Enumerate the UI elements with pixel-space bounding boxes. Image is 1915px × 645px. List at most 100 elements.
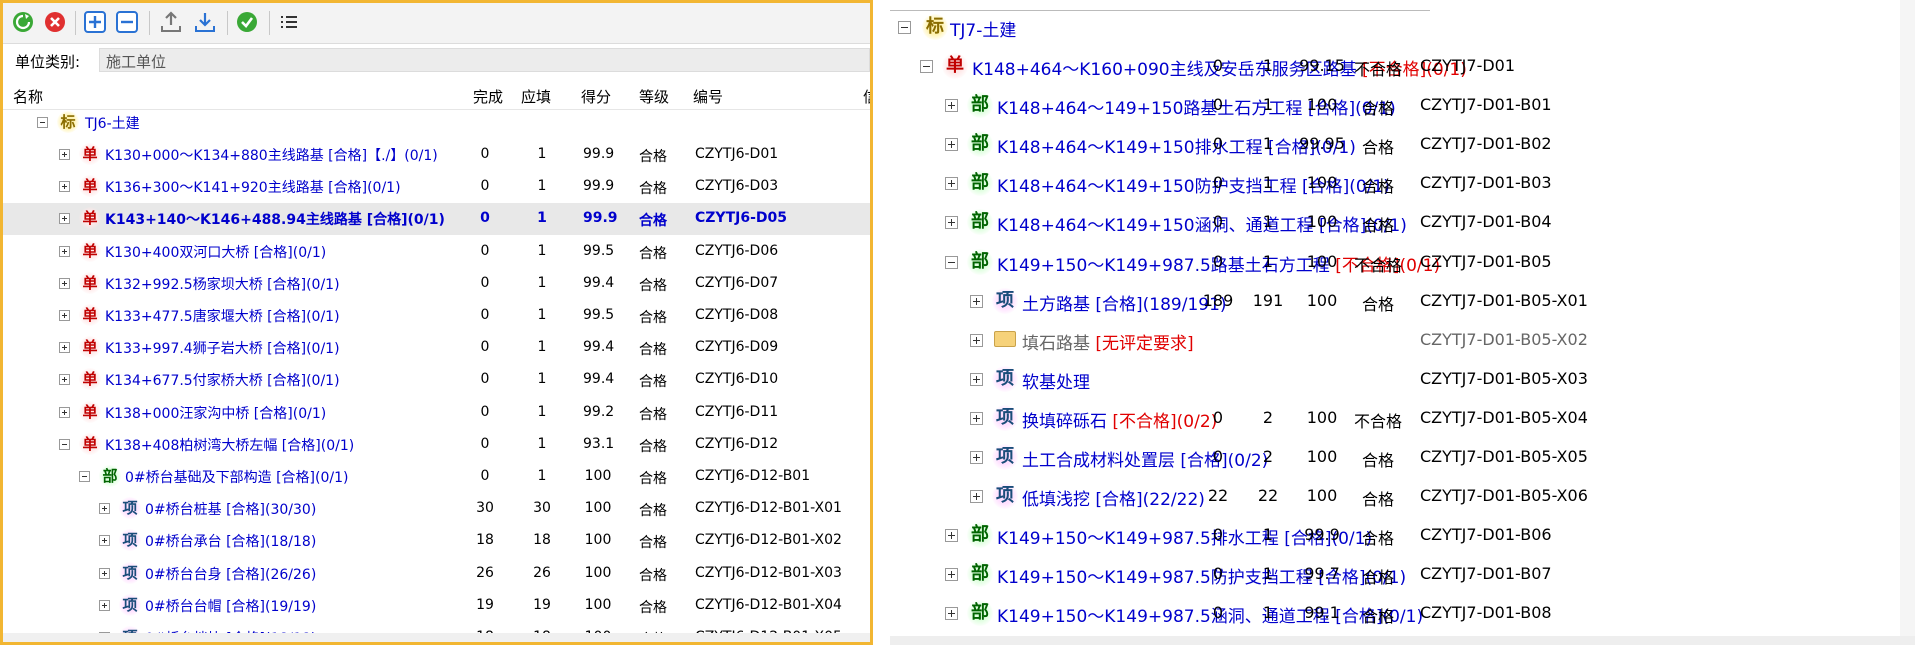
expand-toggle-icon[interactable] bbox=[99, 503, 110, 515]
table-row[interactable]: 部 K149+150～K149+987.5排水工程 [合格](0/1) 0 1 99.9… bbox=[890, 515, 1915, 554]
tree-root-row[interactable]: 标 TJ7-土建 bbox=[890, 7, 1915, 46]
tree-root-row[interactable]: 标 TJ6-土建 bbox=[3, 107, 870, 139]
collapse-all-icon[interactable] bbox=[115, 10, 139, 34]
download-icon[interactable] bbox=[193, 10, 217, 34]
row-code: CZYTJ6-D03 bbox=[695, 178, 779, 195]
collapse-toggle-icon[interactable] bbox=[920, 60, 933, 73]
expand-toggle-icon[interactable] bbox=[945, 607, 958, 621]
check-icon[interactable] bbox=[235, 10, 259, 34]
row-status: [无评定要求] bbox=[1095, 333, 1194, 354]
table-row[interactable]: 单 K138+408柏树湾大桥左幅 [合格](0/1) 0 1 93.1 合格 CZYTJ6… bbox=[3, 429, 870, 461]
table-row[interactable]: 单 K134+677.5付家桥大桥 [合格](0/1) 0 1 99.4 合格 CZYTJ6… bbox=[3, 364, 870, 396]
expand-toggle-icon[interactable] bbox=[945, 568, 958, 582]
expand-toggle-icon[interactable] bbox=[59, 277, 70, 289]
table-row[interactable]: 部 K149+150～K149+987.5路基土石方工程 [不合格](0/1) 0 1… bbox=[890, 242, 1915, 281]
expand-toggle-icon[interactable] bbox=[99, 599, 110, 611]
expand-toggle-icon[interactable] bbox=[945, 138, 958, 152]
table-row[interactable]: 项 0#桥台台身 [合格](26/26) 26 26 100 合格 CZYTJ6-D12-B… bbox=[3, 558, 870, 590]
table-row[interactable]: 项 0#桥台桩基 [合格](30/30) 30 30 100 合格 CZYTJ6-D12-B… bbox=[3, 493, 870, 525]
table-row[interactable]: 单 K133+477.5唐家堰大桥 [合格](0/1) 0 1 99.5 合格 CZYTJ6… bbox=[3, 300, 870, 332]
expand-toggle-icon[interactable] bbox=[59, 342, 70, 354]
row-code: CZYTJ7-D01-B05-X03 bbox=[1420, 368, 1588, 388]
expand-toggle-icon[interactable] bbox=[945, 177, 958, 191]
vertical-scrollbar[interactable] bbox=[1900, 0, 1915, 645]
expand-toggle-icon[interactable] bbox=[970, 411, 983, 425]
expand-toggle-icon[interactable] bbox=[59, 213, 70, 225]
table-row[interactable]: 项 0#桥台承台 [合格](18/18) 18 18 100 合格 CZYTJ6-D12-B… bbox=[3, 525, 870, 557]
expand-toggle-icon[interactable] bbox=[970, 333, 983, 347]
table-row[interactable]: 项换填碎砾石 [不合格](0/2) 0 2 100 不合格 CZYTJ7-D01-B05-… bbox=[890, 398, 1915, 437]
expand-toggle-icon[interactable] bbox=[59, 406, 70, 418]
table-row[interactable]: 项低填浅挖 [合格](22/22) 22 22 100 合格 CZYTJ7-D01-B05… bbox=[890, 476, 1915, 515]
expand-toggle-icon[interactable] bbox=[970, 294, 983, 308]
upload-icon[interactable] bbox=[159, 10, 183, 34]
list-icon[interactable] bbox=[277, 10, 301, 34]
expand-toggle-icon[interactable] bbox=[59, 438, 70, 450]
row-code: CZYTJ7-D01-B03 bbox=[1420, 173, 1552, 193]
table-row[interactable]: 单 K136+300～K141+920主线路基 [合格](0/1) 0 1 99.9 合格… bbox=[3, 171, 870, 203]
expand-toggle-icon[interactable] bbox=[59, 181, 70, 193]
expand-toggle-icon[interactable] bbox=[970, 490, 983, 504]
header-name[interactable]: 名称 bbox=[13, 86, 43, 107]
expand-all-icon[interactable] bbox=[83, 10, 107, 34]
table-row[interactable]: 填石路基 [无评定要求] CZYTJ7-D01-B05-X02 bbox=[890, 320, 1915, 359]
table-row[interactable]: 单 K148+464～K160+090主线及安岳东服务区路基 [不合格](0/1)… bbox=[890, 46, 1915, 85]
collapse-toggle-icon[interactable] bbox=[37, 117, 48, 128]
expand-toggle-icon[interactable] bbox=[99, 535, 110, 547]
header-grade[interactable]: 等级 bbox=[639, 86, 669, 107]
expand-toggle-icon[interactable] bbox=[970, 372, 983, 386]
row-code: CZYTJ6-D11 bbox=[695, 403, 779, 420]
item-icon: 项 bbox=[992, 483, 1018, 510]
expand-toggle-icon[interactable] bbox=[59, 149, 70, 160]
expand-toggle-icon[interactable] bbox=[945, 216, 958, 230]
table-row[interactable]: 部 K149+150～K149+987.5防护支挡工程 [合格](0/1) 0 1 99… bbox=[890, 554, 1915, 593]
item-icon: 项 bbox=[119, 529, 141, 552]
collapse-toggle-icon[interactable] bbox=[945, 255, 958, 269]
row-required: 18 bbox=[533, 532, 551, 549]
table-row[interactable]: 部 K148+464～K149+150防护支挡工程 [合格](0/1) 0 1 100 合… bbox=[890, 163, 1915, 202]
row-required: 1 bbox=[537, 274, 547, 291]
expand-toggle-icon[interactable] bbox=[945, 99, 958, 113]
table-row[interactable]: 部 K148+464～K149+150涵洞、通道工程 [合格](0/1) 0 1 100… bbox=[890, 202, 1915, 241]
table-row[interactable]: 项土工合成材料处置层 [合格](0/2) 0 2 100 合格 CZYTJ7-D01-B0… bbox=[890, 437, 1915, 476]
expand-toggle-icon[interactable] bbox=[970, 451, 983, 464]
horizontal-scrollbar[interactable] bbox=[3, 633, 870, 642]
header-done[interactable]: 完成 bbox=[473, 86, 503, 107]
table-row[interactable]: 单 K130+000～K134+880主线路基 [合格]【./】(0/1) 0 1 99… bbox=[3, 139, 870, 171]
table-row[interactable]: 单 K138+000汪家沟中桥 [合格](0/1) 0 1 99.2 合格 CZYTJ6-D… bbox=[3, 397, 870, 429]
table-row[interactable]: 项土方路基 [合格](189/191) 189 191 100 合格 CZYTJ7-D01… bbox=[890, 281, 1915, 320]
row-code: CZYTJ7-D01 bbox=[1420, 56, 1516, 75]
table-row[interactable]: 单 K143+140～K146+488.94主线路基 [合格](0/1) 0 1 99.… bbox=[3, 203, 870, 236]
header-required[interactable]: 应填 bbox=[521, 86, 551, 107]
table-row[interactable]: 部 0#桥台基础及下部构造 [合格](0/1) 0 1 100 合格 CZYTJ6-D12-… bbox=[3, 461, 870, 493]
expand-toggle-icon[interactable] bbox=[99, 567, 110, 579]
expand-toggle-icon[interactable] bbox=[59, 374, 70, 386]
refresh-icon[interactable] bbox=[11, 10, 35, 34]
row-done: 0 bbox=[1212, 251, 1224, 271]
collapse-toggle-icon[interactable] bbox=[898, 21, 911, 34]
table-row[interactable]: 部 K149+150～K149+987.5涵洞、通道工程 [合格](0/1) 0 1 9… bbox=[890, 593, 1915, 632]
row-grade: 合格 bbox=[1361, 529, 1394, 549]
table-row[interactable]: 项软基处理 CZYTJ7-D01-B05-X03 bbox=[890, 359, 1915, 398]
table-row[interactable]: 单 K130+400双河口大桥 [合格](0/1) 0 1 99.5 合格 CZYTJ6-D… bbox=[3, 236, 870, 268]
expand-toggle-icon[interactable] bbox=[59, 310, 70, 321]
header-score[interactable]: 得分 bbox=[581, 86, 611, 107]
table-row[interactable]: 部 K148+464～149+150路基土石方工程 [合格](0/1) 0 1 100 合… bbox=[890, 85, 1915, 124]
row-grade: 合格 bbox=[639, 149, 667, 165]
row-title: 换填碎砾石 bbox=[1022, 411, 1113, 432]
close-icon[interactable] bbox=[43, 10, 67, 34]
row-required: 1 bbox=[1262, 173, 1274, 193]
header-code[interactable]: 编号 bbox=[693, 86, 723, 107]
expand-toggle-icon[interactable] bbox=[945, 529, 958, 543]
table-row[interactable]: 项 0#桥台台帽 [合格](19/19) 19 19 100 合格 CZYTJ6-D12-B… bbox=[3, 590, 870, 622]
table-row[interactable]: 部 K148+464～K149+150排水工程 [合格](0/1) 0 1 99.95 合… bbox=[890, 124, 1915, 163]
unit-category-field[interactable]: 施工单位 bbox=[99, 48, 870, 72]
row-score: 99.15 bbox=[1299, 56, 1345, 75]
expand-toggle-icon[interactable] bbox=[79, 471, 90, 482]
table-row[interactable]: 单 K132+992.5杨家坝大桥 [合格](0/1) 0 1 99.4 合格 CZYTJ6… bbox=[3, 268, 870, 300]
row-done: 0 bbox=[1212, 407, 1224, 427]
expand-toggle-icon[interactable] bbox=[59, 245, 70, 257]
table-row[interactable]: 单 K133+997.4狮子岩大桥 [合格](0/1) 0 1 99.4 合格 CZYTJ6… bbox=[3, 332, 870, 364]
header-extra[interactable]: 信 bbox=[863, 86, 870, 107]
sub-project-icon: 部 bbox=[967, 522, 993, 549]
